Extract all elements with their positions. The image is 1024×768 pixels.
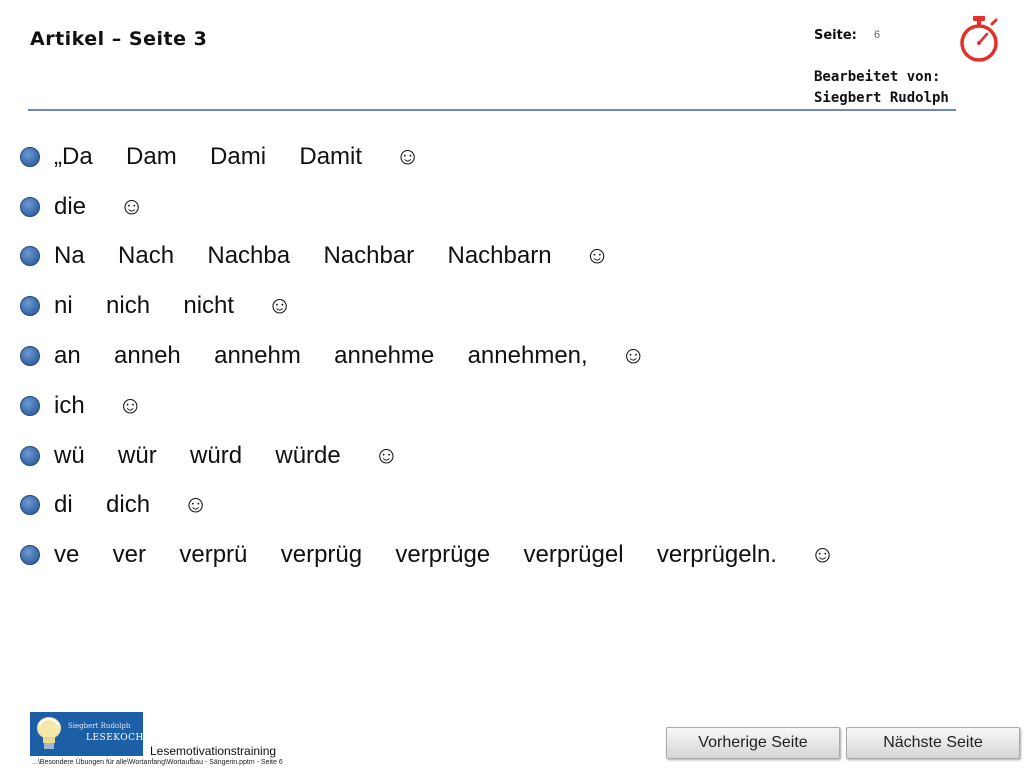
list-item: ve ver verprü verprüg verprüge verprügel… — [20, 530, 835, 580]
edited-by: Bearbeitet von: Siegbert Rudolph — [814, 69, 949, 106]
page-title: Artikel – Seite 3 — [30, 28, 208, 50]
list-item: ich ☺ — [20, 381, 835, 431]
circle-bullet-icon — [20, 196, 40, 217]
list-item: die ☺ — [20, 182, 835, 232]
syllable-line: Na Nach Nachba Nachbar Nachbarn ☺ — [54, 242, 610, 270]
list-item: di dich ☺ — [20, 481, 835, 531]
syllable-line: wü wür würd würde ☺ — [54, 441, 399, 469]
footer-title: Lesemotivationstraining — [150, 744, 277, 758]
syllable-list: „Da Dam Dami Damit ☺ die ☺ Na Nach Nachb… — [20, 132, 835, 580]
circle-bullet-icon — [20, 495, 40, 516]
list-item: „Da Dam Dami Damit ☺ — [20, 132, 835, 182]
syllable-line: „Da Dam Dami Damit ☺ — [54, 142, 420, 170]
syllable-line: di dich ☺ — [54, 491, 208, 519]
logo-brand-text: LESEKOCH — [86, 733, 143, 743]
stopwatch-icon[interactable] — [956, 14, 1002, 64]
syllable-line: an anneh annehm annehme annehmen, ☺ — [54, 342, 646, 370]
circle-bullet-icon — [20, 445, 40, 466]
logo-top-text: Siegbert Rudolph — [68, 722, 131, 730]
header-divider — [28, 109, 956, 111]
list-item: ni nich nicht ☺ — [20, 281, 835, 331]
list-item: wü wür würd würde ☺ — [20, 431, 835, 481]
page-label: Seite: — [814, 28, 857, 43]
circle-bullet-icon — [20, 146, 40, 167]
list-item: Na Nach Nachba Nachbar Nachbarn ☺ — [20, 232, 835, 282]
previous-page-button[interactable]: Vorherige Seite — [666, 727, 840, 759]
list-item: an anneh annehm annehme annehmen, ☺ — [20, 331, 835, 381]
syllable-line: die ☺ — [54, 192, 144, 220]
page-number: 6 — [874, 29, 881, 41]
footer-file-path: ...\Besondere Übungen für alle\Wortanfan… — [32, 759, 283, 766]
syllable-line: ni nich nicht ☺ — [54, 292, 292, 320]
next-page-button[interactable]: Nächste Seite — [846, 727, 1020, 759]
circle-bullet-icon — [20, 346, 40, 367]
syllable-line: ich ☺ — [54, 391, 143, 419]
circle-bullet-icon — [20, 395, 40, 416]
lightbulb-icon — [37, 717, 61, 749]
lesekoch-logo: Siegbert Rudolph LESEKOCH — [30, 712, 143, 756]
circle-bullet-icon — [20, 545, 40, 566]
circle-bullet-icon — [20, 296, 40, 317]
circle-bullet-icon — [20, 246, 40, 267]
syllable-line: ve ver verprü verprüg verprüge verprügel… — [54, 541, 835, 569]
